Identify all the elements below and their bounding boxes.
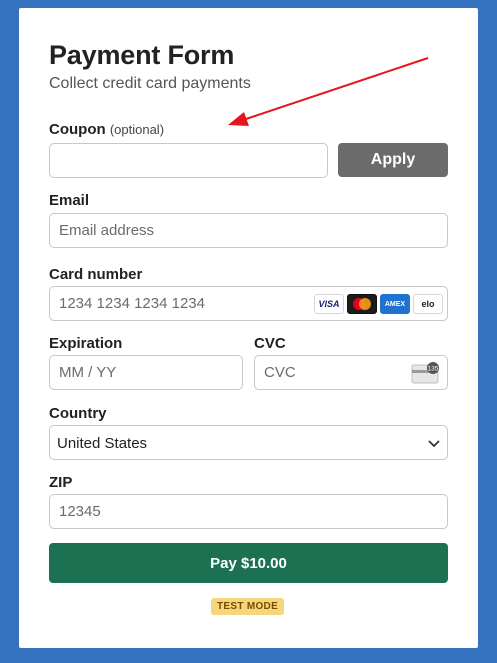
country-selected-value: United States <box>57 435 148 452</box>
coupon-input[interactable] <box>49 143 328 178</box>
card-number-label: Card number <box>49 266 143 283</box>
country-label: Country <box>49 405 107 422</box>
expiration-field[interactable] <box>49 355 243 390</box>
email-label: Email <box>49 192 90 209</box>
coupon-label-text: Coupon <box>49 121 106 138</box>
cvc-card-icon: 135 <box>411 362 441 389</box>
chevron-down-icon <box>427 436 441 455</box>
cvc-label: CVC <box>254 335 286 352</box>
payment-card: Payment Form Collect credit card payment… <box>19 8 478 648</box>
expiration-label: Expiration <box>49 335 123 352</box>
page-title: Payment Form <box>49 40 235 70</box>
visa-icon: VISA <box>314 294 344 314</box>
test-mode-badge: TEST MODE <box>211 598 285 615</box>
apply-button[interactable]: Apply <box>338 143 448 177</box>
mastercard-icon <box>347 294 377 314</box>
page-subtitle: Collect credit card payments <box>49 75 251 92</box>
coupon-label: Coupon (optional) <box>49 121 164 138</box>
zip-field[interactable] <box>49 494 448 529</box>
coupon-optional-text: (optional) <box>109 122 165 137</box>
amex-icon: AMEX <box>380 294 410 314</box>
elo-icon: elo <box>413 294 443 314</box>
zip-label: ZIP <box>49 474 73 491</box>
card-brands: VISA AMEX elo <box>314 294 443 314</box>
svg-text:135: 135 <box>428 366 439 373</box>
pay-button[interactable]: Pay $10.00 <box>49 543 448 583</box>
email-field[interactable] <box>49 213 448 248</box>
